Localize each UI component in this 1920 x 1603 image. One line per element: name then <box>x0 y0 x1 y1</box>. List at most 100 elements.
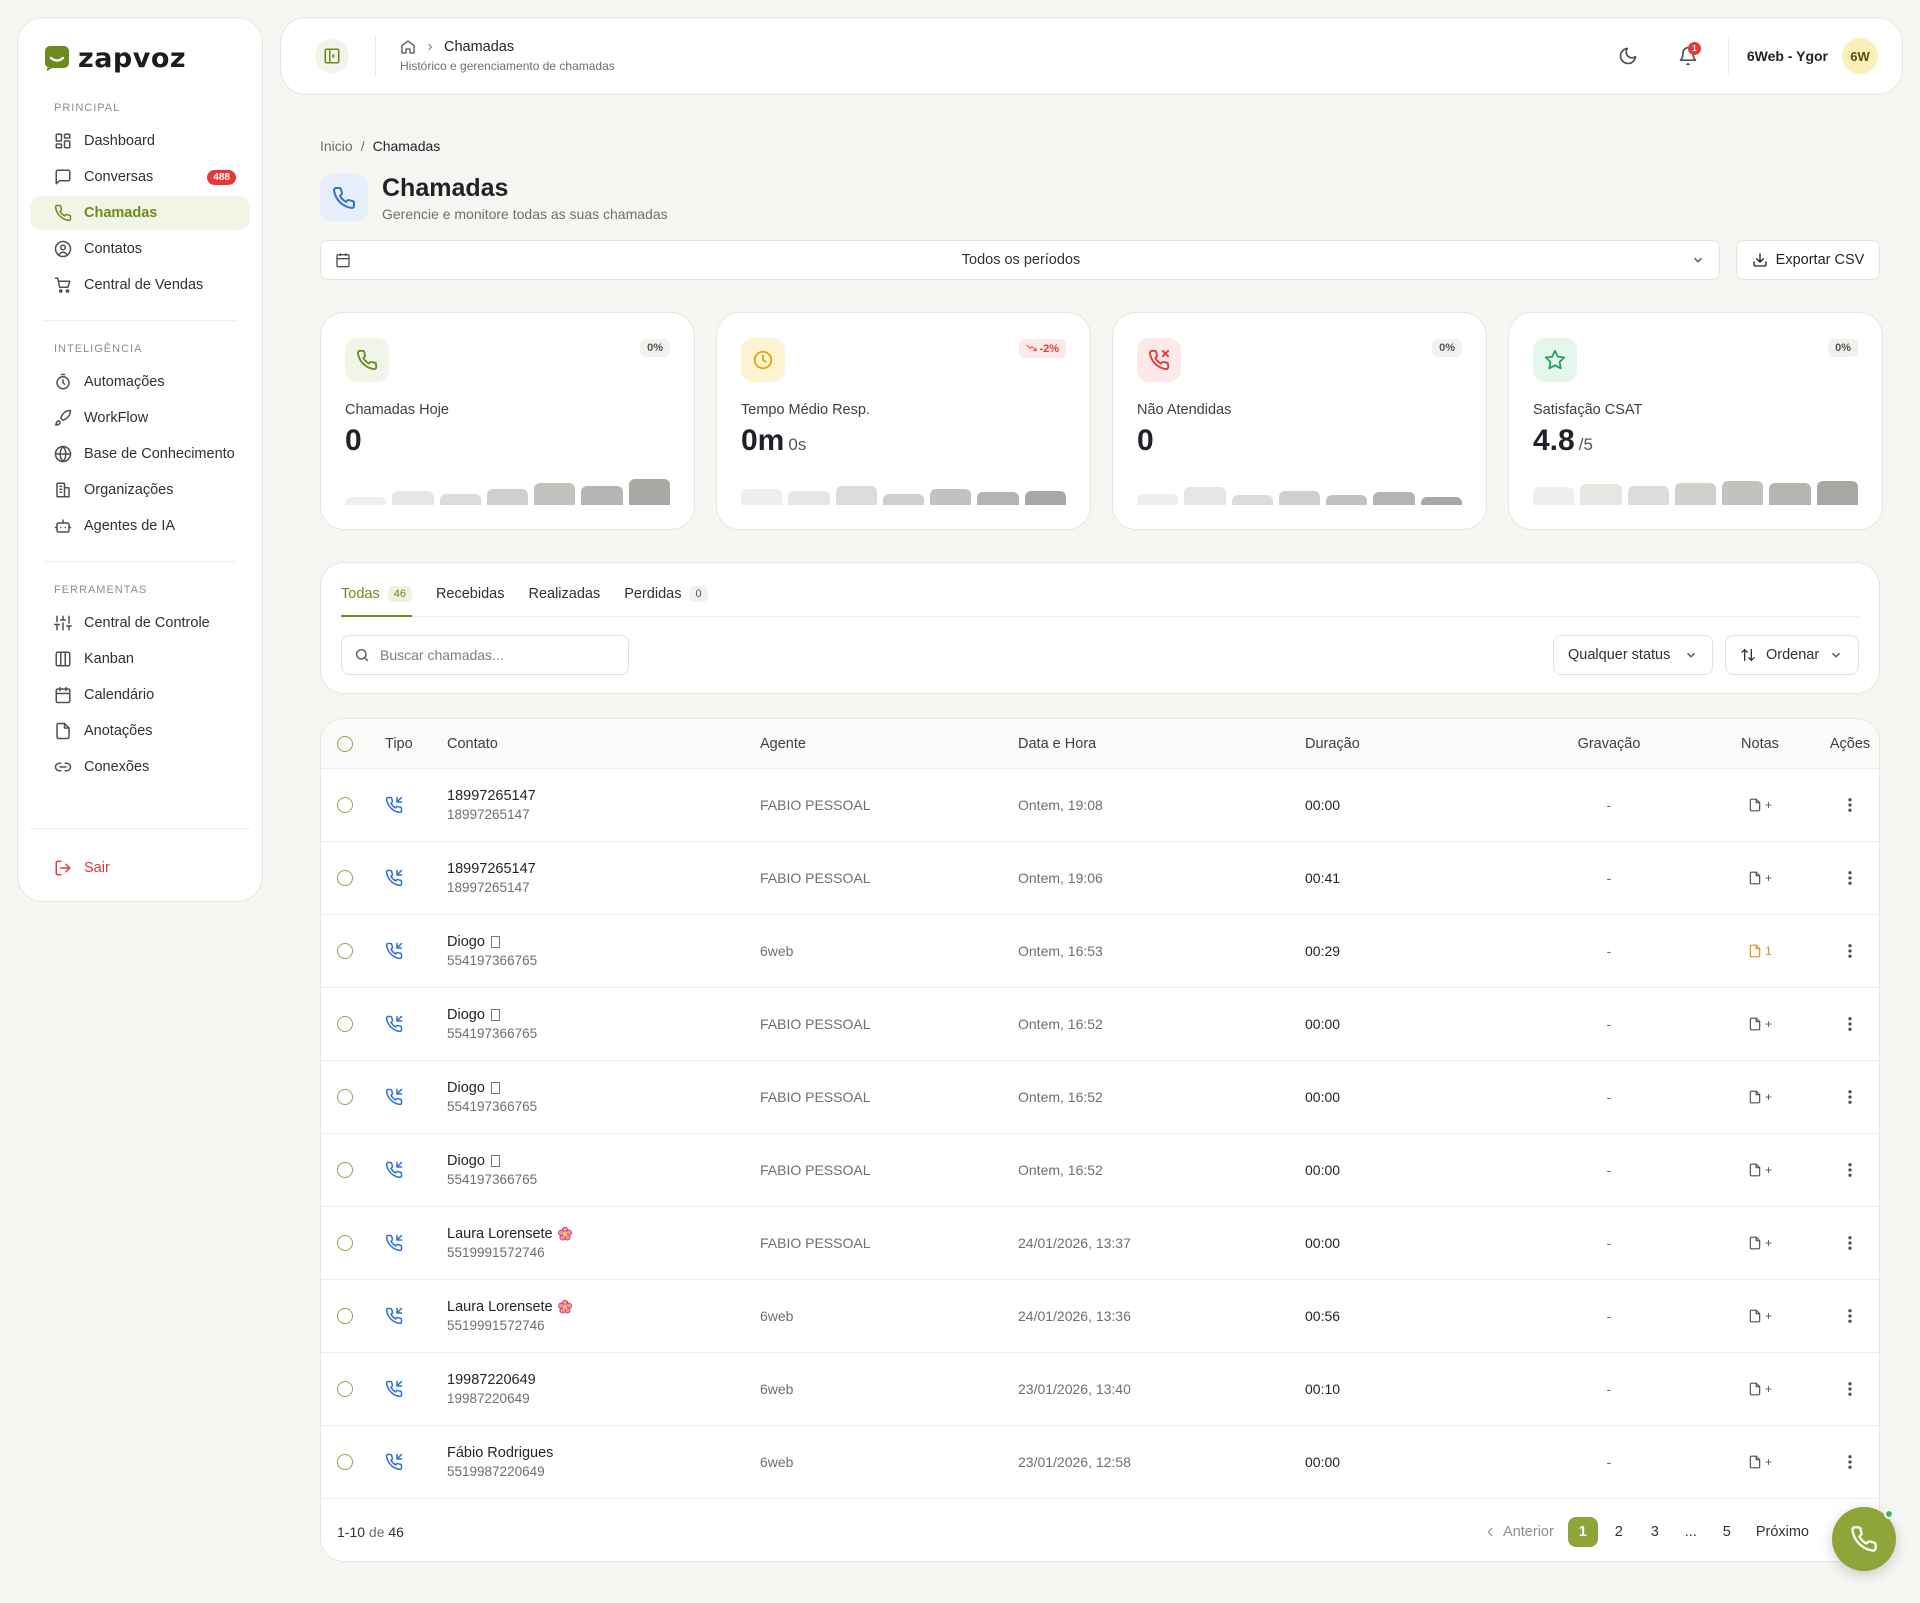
row-checkbox[interactable] <box>337 1235 353 1251</box>
user-name[interactable]: 6Web - Ygor <box>1747 48 1828 64</box>
phone-incoming-icon <box>385 1453 403 1471</box>
contact-cell[interactable]: Laura Lorensete 5519991572746 <box>447 1299 760 1333</box>
sidebar-item-automacoes[interactable]: Automações <box>30 365 250 399</box>
row-checkbox[interactable] <box>337 1162 353 1178</box>
contact-cell[interactable]: 18997265147 18997265147 <box>447 861 760 895</box>
row-actions-button[interactable] <box>1841 1234 1859 1252</box>
phone-incoming-icon <box>385 796 403 814</box>
row-checkbox[interactable] <box>337 1308 353 1324</box>
sidebar-item-workflow[interactable]: WorkFlow <box>30 401 250 435</box>
notes-button[interactable]: + <box>1748 1382 1772 1396</box>
row-actions-button[interactable] <box>1841 1088 1859 1106</box>
row-actions-button[interactable] <box>1841 796 1859 814</box>
contact-cell[interactable]: Diogo 554197366765 <box>447 1007 760 1041</box>
page-button-1[interactable]: 1 <box>1567 1517 1598 1547</box>
table-row[interactable]: Diogo 554197366765 FABIO PESSOAL Ontem, 16:… <box>321 1134 1879 1207</box>
row-checkbox[interactable] <box>337 1016 353 1032</box>
table-row[interactable]: Diogo 554197366765 FABIO PESSOAL Ontem, 16:… <box>321 1061 1879 1134</box>
home-icon[interactable] <box>400 39 416 55</box>
notes-button[interactable]: + <box>1748 1455 1772 1469</box>
contact-cell[interactable]: Laura Lorensete 5519991572746 <box>447 1226 760 1260</box>
search-input[interactable] <box>380 647 616 663</box>
brand[interactable]: zapvoz <box>30 18 250 82</box>
chevron-down-icon <box>1694 257 1702 263</box>
contact-cell[interactable]: 18997265147 18997265147 <box>447 788 760 822</box>
select-all-cell <box>321 735 385 752</box>
table-row[interactable]: Laura Lorensete 5519991572746 6web 24/01/20… <box>321 1280 1879 1353</box>
sidebar-item-base-de-conhecimento[interactable]: Base de Conhecimento <box>30 437 250 471</box>
notes-button[interactable]: + <box>1748 1309 1772 1323</box>
avatar[interactable]: 6W <box>1842 38 1878 74</box>
row-actions-button[interactable] <box>1841 1161 1859 1179</box>
sidebar-item-conversas[interactable]: Conversas 488 <box>30 160 250 194</box>
page-button-2[interactable]: 2 <box>1604 1517 1634 1547</box>
order-button[interactable]: Ordenar <box>1725 635 1859 675</box>
table-row[interactable]: 18997265147 18997265147 FABIO PESSOAL Ontem… <box>321 842 1879 915</box>
period-select[interactable]: Todos os períodos <box>320 240 1720 280</box>
sidebar-item-organizacoes[interactable]: Organizações <box>30 473 250 507</box>
table-row[interactable]: 18997265147 18997265147 FABIO PESSOAL Ontem… <box>321 769 1879 842</box>
sidebar-item-label: Kanban <box>84 651 134 667</box>
contact-cell[interactable]: 19987220649 19987220649 <box>447 1372 760 1406</box>
row-checkbox[interactable] <box>337 1381 353 1397</box>
contact-name: Laura Lorensete <box>447 1226 553 1242</box>
sidebar-item-dashboard[interactable]: Dashboard <box>30 124 250 158</box>
table-row[interactable]: 19987220649 19987220649 6web 23/01/2026, 13… <box>321 1353 1879 1426</box>
tab-recebidas[interactable]: Recebidas <box>436 586 505 616</box>
tab-perdidas[interactable]: Perdidas 0 <box>624 586 708 616</box>
row-actions-button[interactable] <box>1841 869 1859 887</box>
row-actions-button[interactable] <box>1841 1307 1859 1325</box>
search-box[interactable] <box>341 635 629 675</box>
row-checkbox[interactable] <box>337 870 353 886</box>
sidebar-toggle-button[interactable] <box>315 39 349 73</box>
sidebar-item-anotacoes[interactable]: Anotações <box>30 714 250 748</box>
notes-button[interactable]: + <box>1748 1236 1772 1250</box>
status-filter-select[interactable]: Qualquer status <box>1553 635 1713 675</box>
next-page-button[interactable]: Próximo <box>1748 1524 1817 1540</box>
contact-cell[interactable]: Diogo 554197366765 <box>447 1080 760 1114</box>
notes-button[interactable]: + <box>1748 1017 1772 1031</box>
sidebar-item-central-de-controle[interactable]: Central de Controle <box>30 606 250 640</box>
row-checkbox[interactable] <box>337 943 353 959</box>
call-fab-button[interactable] <box>1832 1507 1896 1571</box>
notes-button[interactable]: 1 <box>1748 944 1772 958</box>
export-csv-button[interactable]: Exportar CSV <box>1736 240 1880 280</box>
sidebar-item-conexoes[interactable]: Conexões <box>30 750 250 784</box>
sidebar-item-chamadas[interactable]: Chamadas <box>30 196 250 230</box>
contact-cell[interactable]: Fábio Rodrigues 5519987220649 <box>447 1445 760 1479</box>
row-checkbox[interactable] <box>337 797 353 813</box>
notes-button[interactable]: + <box>1748 1090 1772 1104</box>
sidebar-item-central-de-vendas[interactable]: Central de Vendas <box>30 268 250 302</box>
table-row[interactable]: Diogo 554197366765 FABIO PESSOAL Ontem, 16:… <box>321 988 1879 1061</box>
notifications-button[interactable]: 1 <box>1670 38 1706 74</box>
row-checkbox[interactable] <box>337 1454 353 1470</box>
sidebar-item-kanban[interactable]: Kanban <box>30 642 250 676</box>
table-row[interactable]: Fábio Rodrigues 5519987220649 6web 23/01/20… <box>321 1426 1879 1499</box>
previous-page-label: Anterior <box>1503 1524 1554 1540</box>
sidebar-item-contatos[interactable]: Contatos <box>30 232 250 266</box>
row-actions-button[interactable] <box>1841 1453 1859 1471</box>
sidebar-item-agentes-de-ia[interactable]: Agentes de IA <box>30 509 250 543</box>
table-row[interactable]: Diogo 554197366765 6web Ontem, 16:53 00:29 - 1 <box>321 915 1879 988</box>
row-actions-button[interactable] <box>1841 1380 1859 1398</box>
select-all-checkbox[interactable] <box>337 735 353 752</box>
row-actions-button[interactable] <box>1841 942 1859 960</box>
table-row[interactable]: Laura Lorensete 5519991572746 FABIO PESSOA… <box>321 1207 1879 1280</box>
page-button-3[interactable]: 3 <box>1640 1517 1670 1547</box>
contact-cell[interactable]: Diogo 554197366765 <box>447 1153 760 1187</box>
notes-button[interactable]: + <box>1748 798 1772 812</box>
contact-cell[interactable]: Diogo 554197366765 <box>447 934 760 968</box>
sidebar-item-calendario[interactable]: Calendário <box>30 678 250 712</box>
row-checkbox[interactable] <box>337 1089 353 1105</box>
breadcrumb-home-link[interactable]: Inicio <box>320 138 353 154</box>
notes-button[interactable]: + <box>1748 1163 1772 1177</box>
previous-page-button[interactable]: Anterior <box>1475 1524 1562 1540</box>
page-button-5[interactable]: 5 <box>1712 1517 1742 1547</box>
notes-button[interactable]: + <box>1748 871 1772 885</box>
tab-todas[interactable]: Todas 46 <box>341 586 412 617</box>
theme-toggle-button[interactable] <box>1610 38 1646 74</box>
logout-button[interactable]: Sair <box>30 851 250 885</box>
row-actions-button[interactable] <box>1841 1015 1859 1033</box>
sidebar-item-label: Conexões <box>84 759 150 775</box>
tab-realizadas[interactable]: Realizadas <box>528 586 600 616</box>
